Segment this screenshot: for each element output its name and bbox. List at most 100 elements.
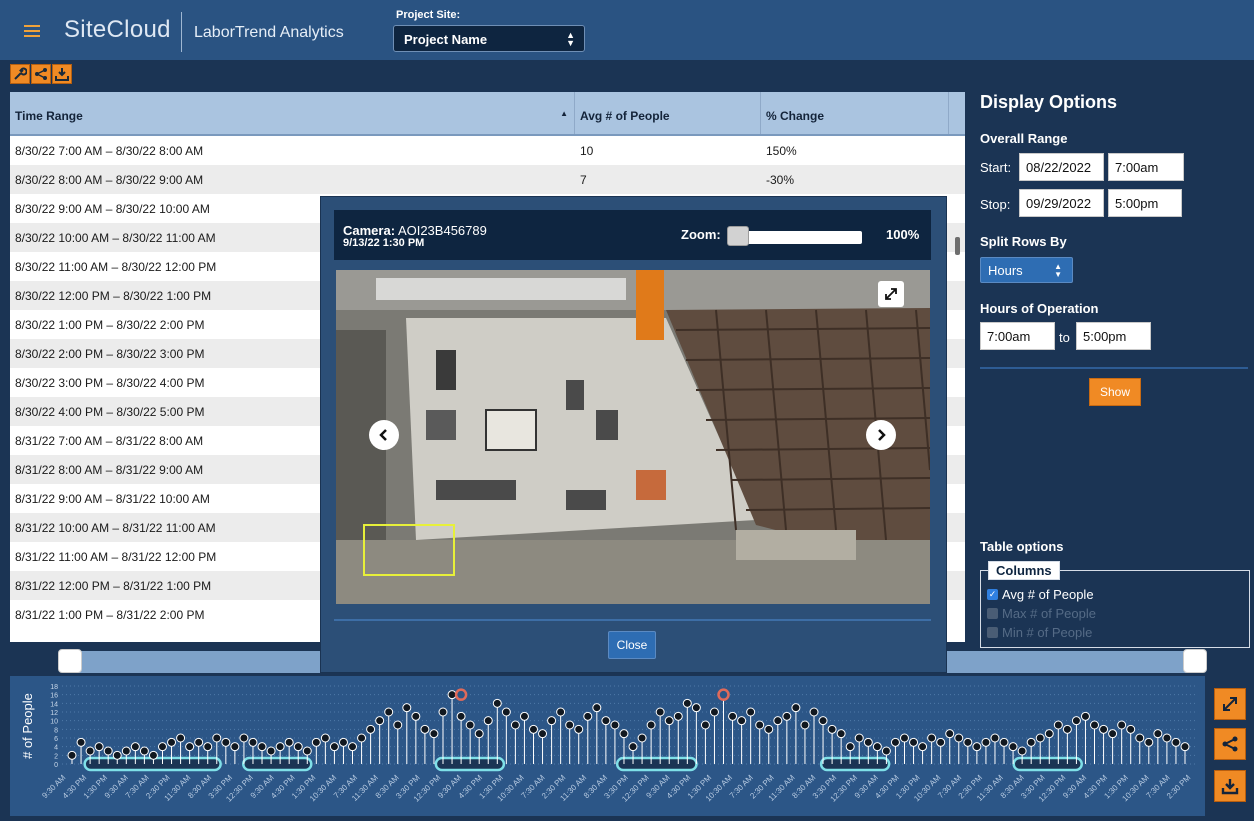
sort-asc-icon[interactable]: ▲ xyxy=(560,109,568,118)
data-point xyxy=(112,750,122,760)
show-button[interactable]: Show xyxy=(1089,378,1141,406)
checkbox-unchecked-icon[interactable] xyxy=(987,608,998,619)
data-point xyxy=(266,746,276,756)
data-point xyxy=(1162,733,1172,743)
data-point xyxy=(320,733,330,743)
data-point xyxy=(601,716,611,726)
data-point xyxy=(456,711,466,721)
table-scrollbar[interactable] xyxy=(955,237,960,255)
start-time-input[interactable]: 7:00am xyxy=(1108,153,1184,181)
project-site-label: Project Site: xyxy=(396,9,461,21)
camera-label: Camera: AOI23B456789 xyxy=(343,223,487,238)
range-end-handle[interactable] xyxy=(1183,649,1207,673)
hours-from-input[interactable]: 7:00am xyxy=(980,322,1055,350)
data-point xyxy=(510,720,520,730)
data-point xyxy=(1135,733,1145,743)
data-point xyxy=(619,729,629,739)
y-tick-label: 4 xyxy=(54,745,58,752)
table-row[interactable]: 8/30/22 7:00 AM – 8/30/22 8:00 AM 10 150% xyxy=(10,136,965,165)
data-point xyxy=(1180,742,1190,752)
data-point xyxy=(1171,737,1181,747)
data-point xyxy=(646,720,656,730)
y-tick-label: 6 xyxy=(54,736,58,743)
data-point xyxy=(899,733,909,743)
next-image-button[interactable] xyxy=(866,420,896,450)
start-date-input[interactable]: 08/22/2022 xyxy=(1019,153,1104,181)
data-point xyxy=(483,716,493,726)
checkbox-checked-icon[interactable]: ✓ xyxy=(987,589,998,600)
column-option-max[interactable]: Max # of People xyxy=(987,606,1096,621)
data-point xyxy=(700,720,710,730)
data-point xyxy=(338,737,348,747)
idle-segment xyxy=(242,756,313,772)
data-point xyxy=(1080,711,1090,721)
data-point xyxy=(212,733,222,743)
stop-date-input[interactable]: 09/29/2022 xyxy=(1019,189,1104,217)
image-minimap[interactable] xyxy=(363,524,455,576)
highlight-point xyxy=(454,688,468,701)
split-rows-select[interactable]: Hours ▲ ▼ xyxy=(980,257,1073,283)
data-point xyxy=(1026,737,1036,747)
data-point xyxy=(565,720,575,730)
column-header-time-range[interactable]: Time Range ▲ xyxy=(10,92,575,134)
data-point xyxy=(845,742,855,752)
hours-to-input[interactable]: 5:00pm xyxy=(1076,322,1151,350)
data-point xyxy=(284,737,294,747)
data-point xyxy=(1099,724,1109,734)
app-name: LaborTrend Analytics xyxy=(194,24,344,41)
camera-image[interactable] xyxy=(336,270,930,604)
previous-image-button[interactable] xyxy=(369,420,399,450)
data-point xyxy=(130,742,140,752)
y-tick-label: 16 xyxy=(50,693,58,700)
project-site-select[interactable]: Project Name ▲ ▼ xyxy=(393,25,585,52)
wrench-icon[interactable] xyxy=(10,64,30,84)
data-point xyxy=(311,737,321,747)
expand-icon[interactable] xyxy=(1214,688,1246,720)
share-icon[interactable] xyxy=(1214,728,1246,760)
data-point xyxy=(257,742,267,752)
checkbox-unchecked-icon[interactable] xyxy=(987,627,998,638)
data-point xyxy=(85,746,95,756)
data-point xyxy=(972,742,982,752)
data-point xyxy=(157,742,167,752)
data-point xyxy=(420,724,430,734)
data-point xyxy=(402,703,412,713)
select-arrows-icon: ▲ ▼ xyxy=(566,30,575,48)
close-button[interactable]: Close xyxy=(608,631,656,659)
share-icon[interactable] xyxy=(31,64,51,84)
percent-change-cell: -30% xyxy=(766,173,795,187)
data-point xyxy=(990,733,1000,743)
data-point xyxy=(737,716,747,726)
select-arrows-icon: ▲ ▼ xyxy=(1054,262,1062,279)
table-toolbar xyxy=(10,64,72,84)
data-point xyxy=(194,737,204,747)
data-point xyxy=(827,724,837,734)
stop-time-input[interactable]: 5:00pm xyxy=(1108,189,1182,217)
data-point xyxy=(764,724,774,734)
data-point xyxy=(673,711,683,721)
hamburger-menu-icon[interactable] xyxy=(24,25,40,37)
data-point xyxy=(1035,733,1045,743)
column-option-avg[interactable]: ✓ Avg # of People xyxy=(987,587,1094,602)
y-tick-label: 8 xyxy=(54,727,58,734)
data-point xyxy=(1108,729,1118,739)
range-start-handle[interactable] xyxy=(58,649,82,673)
y-tick-label: 18 xyxy=(50,684,58,691)
download-icon[interactable] xyxy=(52,64,72,84)
column-header-avg-people[interactable]: Avg # of People xyxy=(575,92,761,134)
data-point xyxy=(583,711,593,721)
display-options-title: Display Options xyxy=(980,92,1118,112)
fullscreen-expand-button[interactable] xyxy=(878,281,904,307)
data-point xyxy=(366,724,376,734)
download-icon[interactable] xyxy=(1214,770,1246,802)
column-option-min[interactable]: Min # of People xyxy=(987,625,1092,640)
data-point xyxy=(999,737,1009,747)
zoom-slider-thumb[interactable] xyxy=(727,226,749,246)
data-point xyxy=(954,733,964,743)
data-point xyxy=(1044,729,1054,739)
data-point xyxy=(927,733,937,743)
y-tick-label: 2 xyxy=(54,753,58,760)
data-point xyxy=(1126,724,1136,734)
table-row[interactable]: 8/30/22 8:00 AM – 8/30/22 9:00 AM 7 -30% xyxy=(10,165,965,194)
column-header-percent-change[interactable]: % Change xyxy=(761,92,949,134)
